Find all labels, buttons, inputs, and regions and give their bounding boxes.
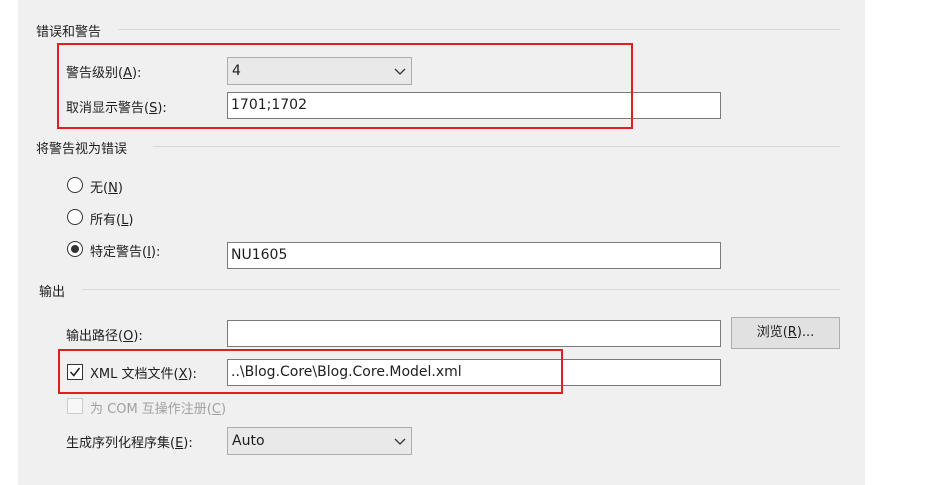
group-divider bbox=[82, 289, 840, 290]
radio-specific[interactable] bbox=[67, 241, 83, 257]
left-margin bbox=[0, 0, 18, 485]
highlight-box-warnings bbox=[57, 43, 633, 129]
radio-none[interactable] bbox=[67, 177, 83, 193]
serialization-select[interactable]: Auto bbox=[227, 427, 412, 455]
radio-none-label: 无(N) bbox=[90, 181, 123, 196]
com-interop-label: 为 COM 互操作注册(C) bbox=[90, 402, 227, 417]
radio-all[interactable] bbox=[67, 209, 83, 225]
browse-button[interactable]: 浏览(R)... bbox=[731, 317, 840, 349]
output-path-label: 输出路径(O): bbox=[66, 329, 143, 344]
serialization-value: Auto bbox=[232, 433, 265, 449]
output-path-input[interactable] bbox=[227, 320, 721, 347]
radio-specific-label: 特定警告(I): bbox=[90, 245, 161, 260]
group-divider bbox=[118, 29, 840, 30]
highlight-box-xml-doc bbox=[58, 349, 563, 394]
specific-warnings-input[interactable]: NU1605 bbox=[227, 242, 721, 269]
group-title-errors: 错误和警告 bbox=[36, 25, 102, 40]
group-divider bbox=[153, 146, 840, 147]
chevron-down-icon bbox=[394, 438, 406, 445]
group-title-output: 输出 bbox=[39, 285, 66, 300]
com-interop-checkbox[interactable] bbox=[67, 398, 83, 414]
group-title-treat-as-errors: 将警告视为错误 bbox=[36, 142, 128, 157]
serialization-label: 生成序列化程序集(E): bbox=[66, 436, 193, 451]
radio-all-label: 所有(L) bbox=[90, 213, 134, 228]
right-margin bbox=[865, 0, 938, 485]
